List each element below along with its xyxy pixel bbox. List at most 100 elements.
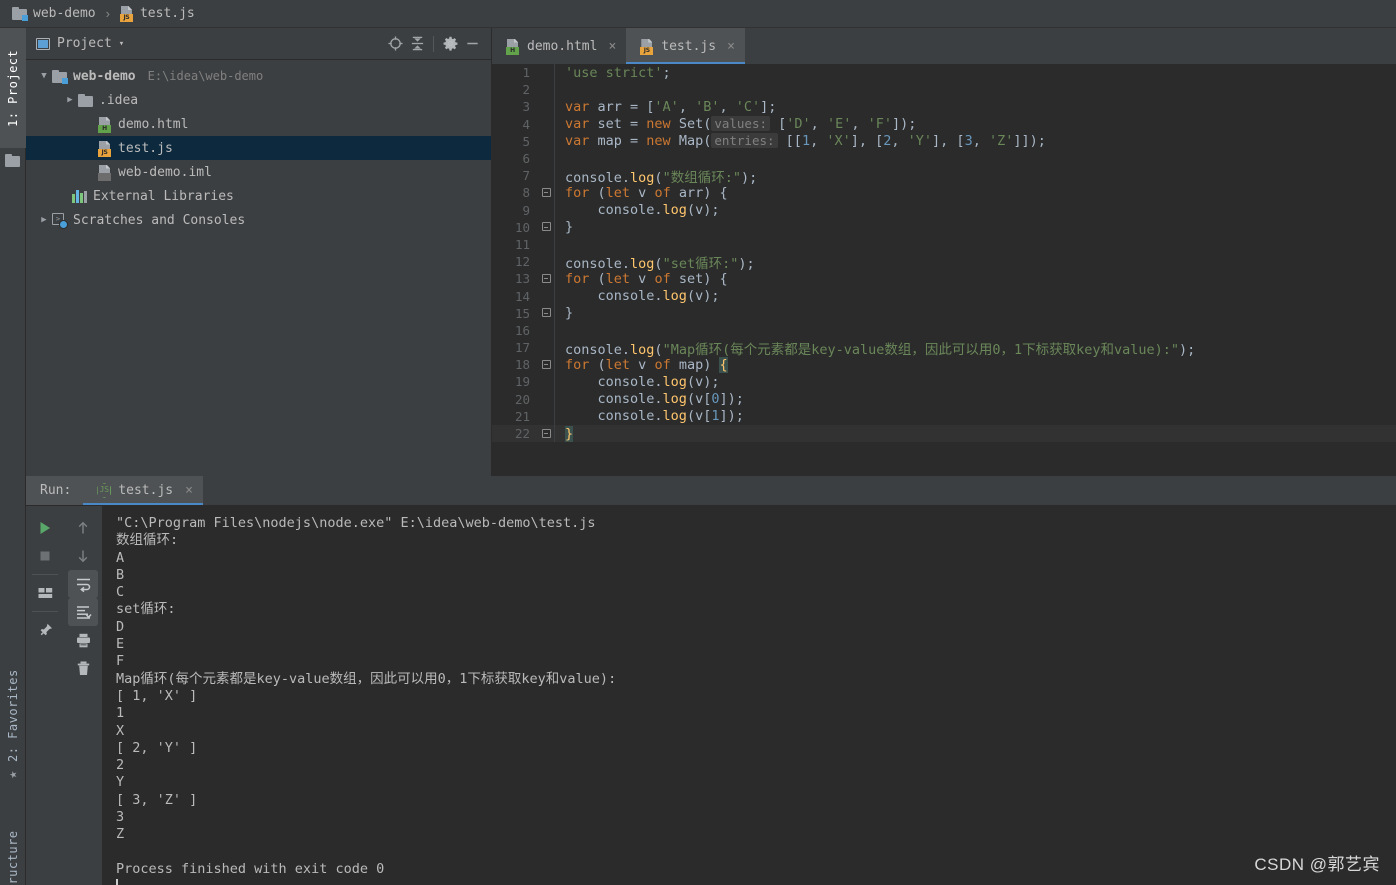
run-console-output[interactable]: "C:\Program Files\nodejs\node.exe" E:\id… (102, 506, 1396, 885)
chevron-expanded-icon[interactable]: ▼ (36, 71, 52, 81)
code-line[interactable]: 9 console.log(v); (492, 201, 1396, 219)
chevron-collapsed-icon[interactable]: ▶ (62, 95, 78, 105)
run-tab-test-js[interactable]: JS test.js × (83, 476, 203, 505)
code-line[interactable]: 19 console.log(v); (492, 373, 1396, 391)
tree-row-module[interactable]: ▼ web-demo E:\idea\web-demo (26, 64, 491, 88)
code-content[interactable]: 1'use strict'; 2 3 var arr = ['A', 'B', 'C'… (492, 64, 1396, 476)
console-line: Process finished with exit code 0 (116, 860, 385, 877)
hide-panel-icon[interactable] (461, 33, 483, 55)
tab-test-js[interactable]: JS test.js × (626, 28, 745, 64)
settings-gear-icon[interactable] (439, 33, 461, 55)
code-line[interactable]: 21 console.log(v[1]); (492, 407, 1396, 425)
chevron-down-icon[interactable]: ▾ (119, 39, 124, 49)
tree-label-demo-html: demo.html (118, 116, 189, 132)
code-token: for (565, 356, 590, 373)
project-panel-header: Project ▾ (26, 28, 491, 60)
fold-toggle-icon[interactable] (538, 308, 554, 319)
code-line[interactable]: 2 (492, 81, 1396, 99)
tree-row-test-js[interactable]: JS test.js (26, 136, 491, 160)
code-token: 'X' (826, 133, 851, 150)
breadcrumb-label-project: web-demo (33, 6, 96, 21)
up-stacktrace-button[interactable] (68, 514, 98, 542)
tree-label-test-js: test.js (118, 140, 173, 156)
print-button[interactable] (68, 626, 98, 654)
code-line[interactable]: 11 (492, 235, 1396, 254)
code-line[interactable]: 8 for (let v of arr) { (492, 184, 1396, 202)
tab-demo-html[interactable]: H demo.html × (492, 28, 626, 64)
code-line[interactable]: 18 for (let v of map) { (492, 356, 1396, 374)
tree-row-external-libraries[interactable]: External Libraries (26, 184, 491, 208)
run-tool-window: Run: JS test.js × "C:\Program Files\node… (26, 476, 1396, 885)
js-file-icon: JS (119, 6, 134, 22)
code-line[interactable]: 12 console.log("set循环:"); (492, 253, 1396, 272)
code-line[interactable]: 17 console.log("Map循环(每个元素都是key-value数组，因… (492, 339, 1396, 358)
js-file-icon: JS (98, 140, 112, 157)
code-line[interactable]: 10} (492, 218, 1396, 236)
code-token: 'C' (735, 98, 761, 115)
clear-all-button[interactable] (68, 654, 98, 682)
fold-toggle-icon[interactable] (538, 273, 554, 284)
run-body: "C:\Program Files\nodejs\node.exe" E:\id… (26, 506, 1396, 885)
code-token: new (646, 116, 671, 133)
sidebar-item-structure[interactable]: Structure (0, 818, 26, 885)
code-line[interactable]: 7 console.log("数组循环:"); (492, 167, 1396, 186)
soft-wrap-button[interactable] (68, 570, 98, 598)
tree-row-demo-html[interactable]: H demo.html (26, 112, 491, 136)
pin-tab-button[interactable] (30, 616, 60, 644)
tool-tab-label-favorites: 2: Favorites (6, 669, 20, 762)
chevron-collapsed-icon[interactable]: ▶ (36, 215, 52, 225)
line-number: 14 (514, 288, 530, 304)
down-stacktrace-button[interactable] (68, 542, 98, 570)
fold-toggle-icon[interactable] (538, 222, 554, 233)
locate-target-icon[interactable] (384, 33, 406, 55)
stop-button[interactable] (30, 542, 60, 570)
code-token: "数组循环:" (662, 169, 741, 186)
code-token: console. (565, 169, 631, 186)
code-line[interactable]: 5 var map = new Map(entries: [[1, 'X'], [… (492, 132, 1396, 150)
code-token: console. (565, 391, 663, 408)
code-token: } (565, 305, 574, 322)
code-line[interactable]: 3 var arr = ['A', 'B', 'C']; (492, 98, 1396, 116)
star-icon: ★ (5, 770, 21, 779)
code-token: (v[ (686, 391, 712, 408)
code-line[interactable]: 15} (492, 304, 1396, 322)
sidebar-item-project[interactable]: 1: Project (0, 28, 26, 148)
close-icon[interactable]: × (727, 39, 735, 54)
code-token: 'A' (654, 98, 679, 115)
editor-guide-line (554, 235, 555, 254)
breadcrumb-item-file[interactable]: JS test.js (119, 6, 195, 22)
scroll-to-end-button[interactable] (68, 598, 98, 626)
code-token: ]); (719, 391, 744, 408)
fold-toggle-icon[interactable] (538, 359, 554, 370)
code-token: ); (740, 169, 758, 186)
line-number: 5 (522, 133, 530, 149)
code-line[interactable]: 20 console.log(v[0]); (492, 390, 1396, 408)
code-line[interactable]: 4 var set = new Set(values: ['D', 'E', 'F… (492, 115, 1396, 133)
code-token: console. (565, 202, 663, 219)
sidebar-item-favorites[interactable]: ★ 2: Favorites (0, 668, 26, 783)
layout-button[interactable] (30, 579, 60, 607)
fold-toggle-icon[interactable] (538, 187, 554, 198)
close-icon[interactable]: × (608, 39, 616, 54)
code-line[interactable]: 22} (492, 424, 1396, 443)
code-token: let (605, 270, 631, 287)
collapse-all-icon[interactable] (406, 33, 428, 55)
fold-toggle-icon[interactable] (538, 428, 554, 439)
code-token: 'F' (867, 116, 892, 133)
code-line[interactable]: 16 (492, 321, 1396, 339)
code-line[interactable]: 14 console.log(v); (492, 287, 1396, 305)
code-token: , (972, 133, 989, 150)
code-line[interactable]: 1 'use strict'; (492, 64, 1396, 82)
tree-row-scratches[interactable]: ▶ > Scratches and Consoles (26, 208, 491, 232)
breadcrumb-item-project[interactable]: web-demo (12, 6, 96, 21)
tree-row-idea[interactable]: ▶ .idea (26, 88, 491, 112)
rerun-button[interactable] (30, 514, 60, 542)
console-line: D (116, 618, 125, 635)
close-icon[interactable]: × (185, 483, 193, 498)
code-line[interactable]: 13 for (let v of set) { (492, 270, 1396, 288)
html-file-icon: H (98, 116, 112, 133)
code-token: ], [ (850, 133, 884, 150)
code-line[interactable]: 6 (492, 149, 1396, 168)
tree-row-iml[interactable]: web-demo.iml (26, 160, 491, 184)
line-number: 4 (522, 116, 530, 132)
